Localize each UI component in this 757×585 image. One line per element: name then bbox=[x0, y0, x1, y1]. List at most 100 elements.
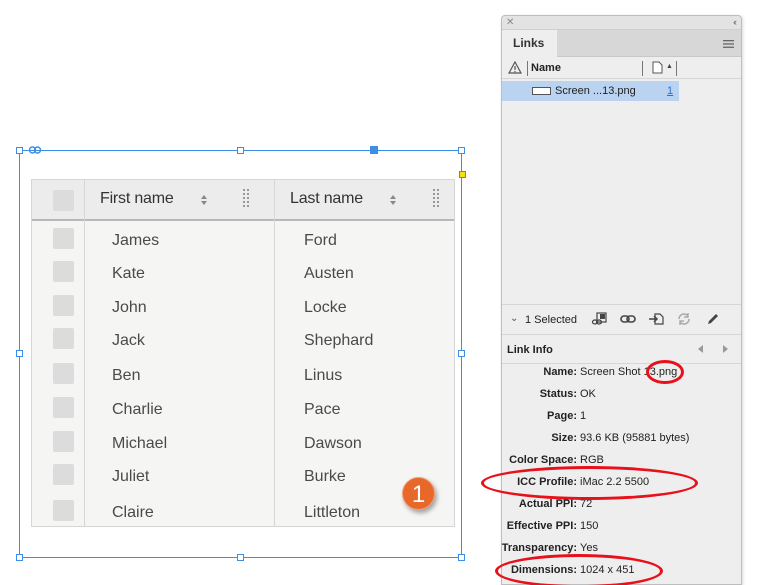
cell-last-name: Locke bbox=[304, 299, 347, 316]
links-column-header: Name ▲ bbox=[502, 58, 741, 79]
content-grabber-handle[interactable] bbox=[370, 146, 378, 154]
tab-links[interactable]: Links bbox=[502, 30, 557, 57]
cell-last-name: Shephard bbox=[304, 332, 374, 349]
link-info-row: Effective PPI: 150 bbox=[502, 520, 741, 536]
resize-handle-right[interactable] bbox=[458, 350, 465, 357]
resize-handle-top-left[interactable] bbox=[16, 147, 23, 154]
link-info-key: Status: bbox=[539, 388, 577, 400]
link-info-header: Link Info bbox=[502, 336, 741, 364]
link-badge-icon bbox=[29, 146, 41, 154]
cell-last-name: Littleton bbox=[304, 504, 361, 521]
drag-handle-icon bbox=[243, 189, 249, 207]
row-checkbox bbox=[53, 431, 74, 452]
column-header-first-name: First name bbox=[100, 190, 174, 207]
go-to-link-icon[interactable] bbox=[648, 312, 664, 326]
resize-handle-top[interactable] bbox=[237, 147, 244, 154]
row-checkbox bbox=[53, 228, 74, 249]
row-checkbox bbox=[53, 397, 74, 418]
annotation-ellipse-icc-profile bbox=[481, 466, 698, 500]
column-divider bbox=[84, 180, 85, 526]
sort-ascending-icon: ▲ bbox=[666, 63, 673, 70]
link-info-key: Color Space: bbox=[509, 454, 577, 466]
cell-last-name: Ford bbox=[304, 232, 337, 249]
warning-icon[interactable] bbox=[508, 61, 522, 74]
cell-first-name: Juliet bbox=[112, 468, 150, 485]
links-toolbar: ⌄ 1 Selected bbox=[502, 304, 741, 335]
close-panel-icon[interactable]: ✕ bbox=[506, 16, 514, 30]
link-page-number[interactable]: 1 bbox=[667, 85, 673, 97]
relink-from-cc-icon[interactable] bbox=[591, 312, 607, 326]
link-list-item[interactable]: Screen ...13.png 1 bbox=[502, 81, 679, 101]
corner-options-handle[interactable] bbox=[459, 171, 466, 178]
column-header-name[interactable]: Name bbox=[531, 62, 561, 74]
link-info-key: Page: bbox=[547, 410, 577, 422]
edit-original-icon[interactable] bbox=[705, 312, 721, 326]
annotation-ellipse-dimensions bbox=[495, 554, 663, 585]
cell-last-name: Dawson bbox=[304, 435, 362, 452]
resize-handle-bottom-left[interactable] bbox=[16, 554, 23, 561]
link-info-key: Name: bbox=[543, 366, 577, 378]
cell-first-name: Ben bbox=[112, 367, 141, 384]
update-link-icon[interactable] bbox=[676, 312, 692, 326]
link-info-value: RGB bbox=[580, 454, 604, 466]
cell-last-name: Pace bbox=[304, 401, 341, 418]
link-info-key: Size: bbox=[551, 432, 577, 444]
link-info-row: Page: 1 bbox=[502, 410, 741, 426]
next-link-icon[interactable] bbox=[723, 345, 728, 353]
column-header-last-name: Last name bbox=[290, 190, 363, 207]
resize-handle-top-right[interactable] bbox=[458, 147, 465, 154]
link-info-value: OK bbox=[580, 388, 596, 400]
page-column-icon[interactable] bbox=[652, 61, 663, 74]
row-checkbox bbox=[53, 500, 74, 521]
link-info-key: Actual PPI: bbox=[518, 498, 577, 510]
image-file-icon bbox=[532, 87, 551, 95]
resize-handle-bottom-right[interactable] bbox=[458, 554, 465, 561]
link-info-value: 1 bbox=[580, 410, 587, 422]
select-all-checkbox bbox=[53, 190, 74, 211]
cell-last-name: Linus bbox=[304, 367, 343, 384]
column-divider bbox=[676, 61, 677, 76]
sort-icon bbox=[201, 195, 207, 205]
cell-first-name: Jack bbox=[112, 332, 145, 349]
link-info-key: Transparency: bbox=[501, 542, 577, 554]
link-info-key: Effective PPI: bbox=[506, 520, 577, 532]
column-divider bbox=[274, 180, 275, 526]
callout-number-badge: 1 bbox=[402, 477, 435, 510]
link-info-value: 150 bbox=[580, 520, 599, 532]
panel-titlebar: ✕ ‹‹ bbox=[502, 16, 741, 30]
annotation-ellipse-name bbox=[646, 360, 684, 384]
cell-first-name: Charlie bbox=[112, 401, 163, 418]
links-panel: ✕ ‹‹ Links Name ▲ Screen ...13.png 1 ⌄ 1… bbox=[501, 15, 742, 585]
cell-last-name: Burke bbox=[304, 468, 346, 485]
row-checkbox bbox=[53, 464, 74, 485]
resize-handle-left[interactable] bbox=[16, 350, 23, 357]
row-checkbox bbox=[53, 295, 74, 316]
panel-menu-icon[interactable] bbox=[723, 40, 734, 48]
grid-header: First name Last name bbox=[32, 180, 454, 221]
sort-icon bbox=[390, 195, 396, 205]
link-info-value: 93.6 KB (95881 bytes) bbox=[580, 432, 690, 444]
cell-first-name: Claire bbox=[112, 504, 154, 521]
collapse-panel-icon[interactable]: ‹‹ bbox=[733, 16, 737, 29]
column-divider bbox=[527, 61, 528, 76]
link-info-title: Link Info bbox=[507, 344, 553, 356]
link-info-row: Name: Screen Shot 13.png bbox=[502, 366, 741, 382]
link-info-row: Size: 93.6 KB (95881 bytes) bbox=[502, 432, 741, 448]
relink-icon[interactable] bbox=[620, 312, 636, 326]
cell-first-name: Kate bbox=[112, 265, 145, 282]
cell-first-name: Michael bbox=[112, 435, 168, 452]
link-name: Screen ...13.png bbox=[555, 85, 636, 97]
cell-last-name: Austen bbox=[304, 265, 354, 282]
previous-link-icon[interactable] bbox=[698, 345, 703, 353]
selection-count: 1 Selected bbox=[525, 314, 577, 326]
row-checkbox bbox=[53, 261, 74, 282]
row-checkbox bbox=[53, 328, 74, 349]
link-info-row: Actual PPI: 72 bbox=[502, 498, 741, 514]
resize-handle-bottom[interactable] bbox=[237, 554, 244, 561]
cell-first-name: John bbox=[112, 299, 147, 316]
cell-first-name: James bbox=[112, 232, 160, 249]
link-info-row: Status: OK bbox=[502, 388, 741, 404]
chevron-down-icon[interactable]: ⌄ bbox=[510, 313, 518, 324]
placed-data-grid: First name Last name James Ford Kate Austen… bbox=[31, 179, 455, 527]
link-info-value: Yes bbox=[580, 542, 598, 554]
